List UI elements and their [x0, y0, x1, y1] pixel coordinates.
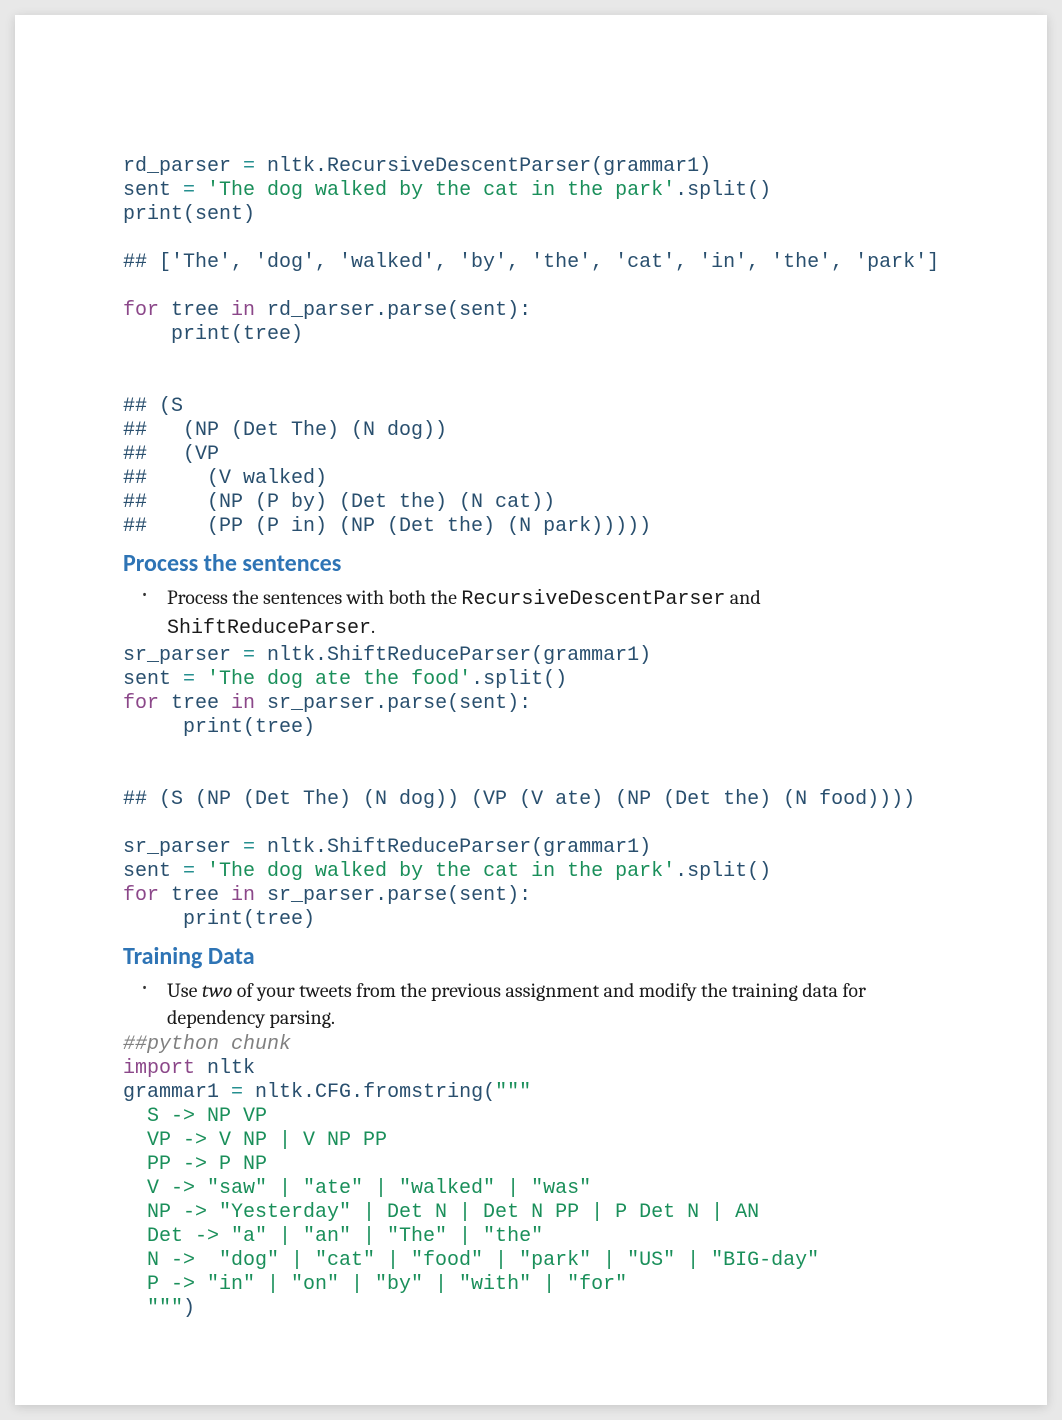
code-output: ## (NP (Det The) (N dog)): [123, 419, 447, 442]
code-comment: ##python chunk: [123, 1033, 291, 1056]
code-output: ## (S: [123, 395, 183, 418]
code-ident: sr_parser: [123, 836, 243, 859]
code-ident: rd_parser: [123, 155, 243, 178]
code-ident: sent: [123, 860, 183, 883]
heading-training-data: Training Data: [123, 942, 939, 971]
code-string: S -> NP VP: [123, 1105, 267, 1128]
code-string: V -> "saw" | "ate" | "walked" | "was": [123, 1177, 591, 1200]
code-kw: for: [123, 299, 171, 322]
code-string: N -> "dog" | "cat" | "food" | "park" | "…: [123, 1249, 819, 1272]
code-block-2: sr_parser = nltk.ShiftReduceParser(gramm…: [123, 644, 939, 932]
code-op: =: [243, 836, 267, 859]
bullet-list-1: Process the sentences with both the Recu…: [123, 584, 939, 642]
code-op: =: [243, 155, 267, 178]
code-output: ## (V walked): [123, 467, 327, 490]
code-ident: sr_parser: [123, 644, 243, 667]
code-string: 'The dog ate the food': [207, 668, 471, 691]
code-call: sr_parser.parse(sent):: [267, 884, 531, 907]
code-output: ## (S (NP (Det The) (N dog)) (VP (V ate)…: [123, 788, 915, 811]
code-call: sr_parser.parse(sent):: [267, 692, 531, 715]
code-kw: in: [231, 884, 267, 907]
code-kw: for: [123, 692, 171, 715]
code-ident: tree: [171, 299, 231, 322]
code-ident: tree: [171, 884, 231, 907]
code-string: Det -> "a" | "an" | "The" | "the": [123, 1225, 543, 1248]
bullet-text: of your tweets from the previous assignm…: [167, 979, 866, 1029]
bullet-text: .: [371, 615, 375, 638]
code-op: =: [183, 179, 207, 202]
code-op: =: [183, 668, 207, 691]
code-call: nltk.RecursiveDescentParser(grammar1): [267, 155, 711, 178]
code-ident: grammar1: [123, 1081, 231, 1104]
code-string: P -> "in" | "on" | "by" | "with" | "for": [123, 1273, 627, 1296]
code-ident: sent: [123, 668, 183, 691]
code-string: VP -> V NP | V NP PP: [123, 1129, 387, 1152]
italic-text: two: [202, 979, 233, 1002]
code-call: print(tree): [123, 323, 303, 346]
bullet-text: Process the sentences with both the: [167, 586, 461, 609]
bullet-text: and: [725, 586, 760, 609]
code-string: 'The dog walked by the cat in the park': [207, 860, 675, 883]
code-block-3: ##python chunk import nltk grammar1 = nl…: [123, 1033, 939, 1321]
code-kw: import: [123, 1057, 207, 1080]
code-paren: ): [183, 1297, 195, 1320]
code-call: print(tree): [123, 908, 315, 931]
bullet-text: Use: [167, 979, 202, 1002]
inline-code: RecursiveDescentParser: [461, 588, 725, 611]
code-string: PP -> P NP: [123, 1153, 267, 1176]
code-string: """: [123, 1297, 183, 1320]
code-kw: in: [231, 692, 267, 715]
code-call: nltk.ShiftReduceParser(grammar1): [267, 836, 651, 859]
list-item: Process the sentences with both the Recu…: [123, 584, 939, 642]
bullet-list-2: Use two of your tweets from the previous…: [123, 977, 939, 1031]
code-string: 'The dog walked by the cat in the park': [207, 179, 675, 202]
code-op: =: [183, 860, 207, 883]
code-output: ## (VP: [123, 443, 219, 466]
code-call: .split(): [471, 668, 567, 691]
code-call: nltk.ShiftReduceParser(grammar1): [267, 644, 651, 667]
code-output: ## ['The', 'dog', 'walked', 'by', 'the',…: [123, 251, 939, 274]
code-ident: sent: [123, 179, 183, 202]
inline-code: ShiftReduceParser: [167, 617, 371, 640]
code-output: ## (NP (P by) (Det the) (N cat)): [123, 491, 555, 514]
code-call: print(sent): [123, 203, 255, 226]
code-call: .split(): [675, 179, 771, 202]
code-call: .split(): [675, 860, 771, 883]
code-block-1: rd_parser = nltk.RecursiveDescentParser(…: [123, 155, 939, 539]
code-string: NP -> "Yesterday" | Det N | Det N PP | P…: [123, 1201, 759, 1224]
code-op: =: [231, 1081, 255, 1104]
code-kw: in: [231, 299, 267, 322]
code-output: ## (PP (P in) (NP (Det the) (N park))))): [123, 515, 651, 538]
code-ident: nltk: [207, 1057, 255, 1080]
list-item: Use two of your tweets from the previous…: [123, 977, 939, 1031]
code-call: nltk.CFG.fromstring(: [255, 1081, 495, 1104]
document-page: rd_parser = nltk.RecursiveDescentParser(…: [15, 15, 1047, 1405]
code-kw: for: [123, 884, 171, 907]
code-ident: tree: [171, 692, 231, 715]
code-call: print(tree): [123, 716, 315, 739]
code-string: """: [495, 1081, 531, 1104]
code-call: rd_parser.parse(sent):: [267, 299, 531, 322]
code-op: =: [243, 644, 267, 667]
heading-process-sentences: Process the sentences: [123, 549, 939, 578]
